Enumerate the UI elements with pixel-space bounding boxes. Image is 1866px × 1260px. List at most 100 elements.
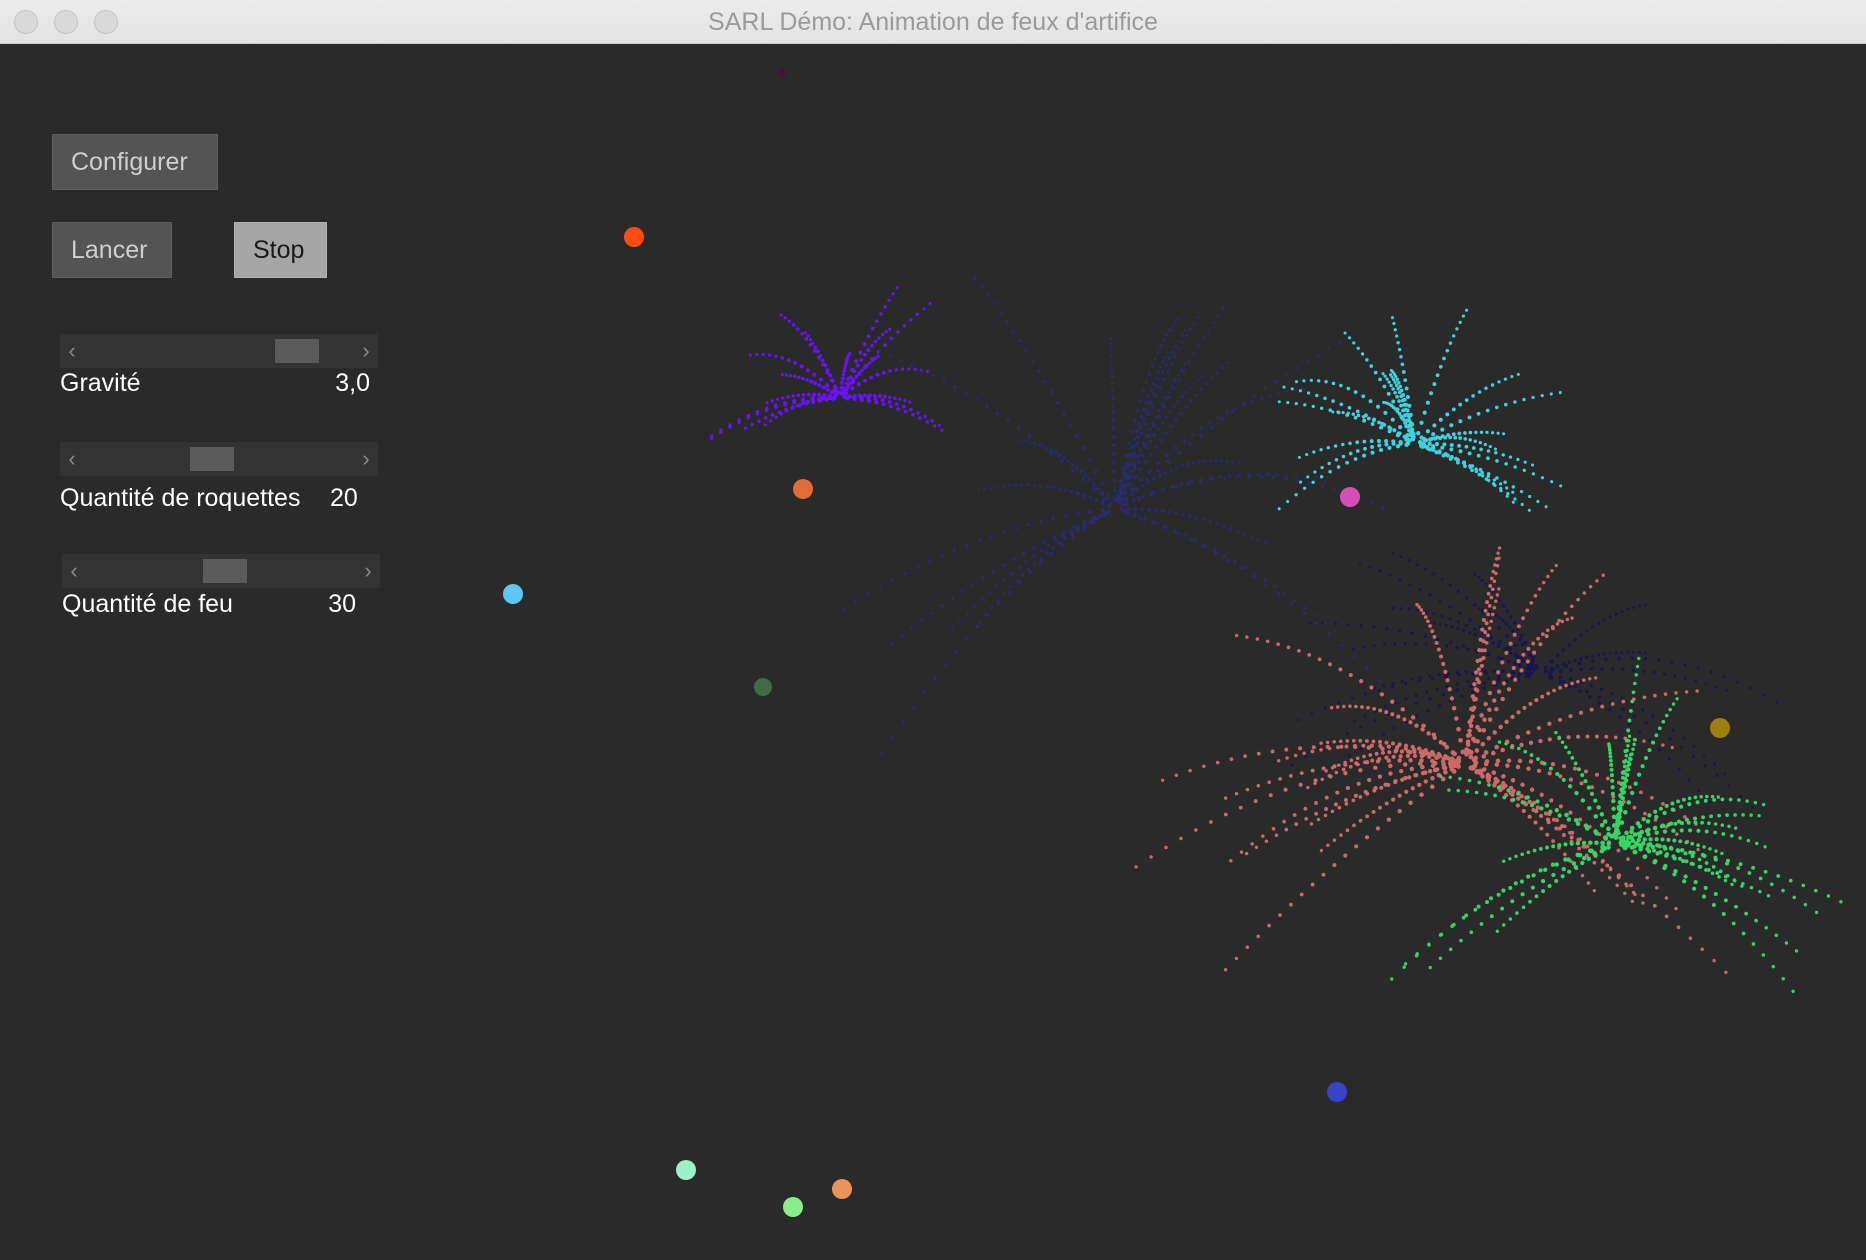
spark [791, 323, 796, 327]
spark [1520, 502, 1524, 507]
spark [1147, 469, 1152, 474]
spark [1661, 743, 1665, 747]
spark [1032, 441, 1036, 445]
spark [1762, 693, 1766, 697]
spark [1529, 601, 1534, 605]
spark [829, 378, 834, 383]
spark [1406, 395, 1410, 399]
gravity-track[interactable] [86, 334, 352, 368]
spark [1157, 408, 1161, 413]
fire-slider[interactable]: ‹ › [62, 554, 380, 588]
spark [1455, 457, 1460, 462]
spark [1736, 866, 1741, 871]
spark [1397, 758, 1402, 763]
spark [1573, 658, 1577, 663]
stop-button[interactable]: Stop [234, 222, 327, 278]
spark [1426, 731, 1431, 736]
spark [1337, 701, 1341, 705]
spark [1399, 555, 1403, 559]
spark [873, 339, 878, 344]
rockets-thumb[interactable] [190, 447, 234, 471]
spark [1083, 521, 1088, 525]
spark [1473, 573, 1477, 576]
spark [1720, 851, 1724, 856]
spark [1640, 708, 1645, 712]
spark [1438, 774, 1443, 778]
spark [1323, 396, 1327, 400]
spark [1738, 836, 1742, 840]
spark [1245, 945, 1250, 950]
spark [1567, 643, 1572, 647]
spark [1600, 868, 1604, 872]
configure-button[interactable]: Configurer [52, 134, 218, 190]
spark [1069, 489, 1074, 494]
spark [1626, 607, 1630, 611]
spark [933, 424, 937, 428]
spark [1680, 848, 1685, 853]
spark [1471, 690, 1475, 694]
spark [1486, 474, 1491, 478]
spark [1581, 855, 1587, 861]
spark [887, 298, 891, 302]
spark [1368, 399, 1373, 404]
spark [1166, 369, 1170, 374]
rockets-slider[interactable]: ‹ › [60, 442, 378, 476]
spark [1700, 947, 1704, 952]
spark [1687, 778, 1691, 782]
spark [989, 534, 994, 538]
spark [1629, 836, 1635, 841]
spark [1745, 799, 1749, 803]
spark [801, 398, 806, 403]
spark [1479, 663, 1484, 668]
spark [1347, 623, 1350, 626]
spark [1042, 540, 1046, 545]
spark [1236, 529, 1240, 533]
gravity-slider[interactable]: ‹ › [60, 334, 378, 368]
spark [1133, 507, 1138, 511]
spark [1419, 435, 1424, 440]
fire-decrease-icon[interactable]: ‹ [62, 554, 86, 588]
spark [1477, 770, 1483, 776]
spark [1001, 563, 1005, 567]
spark [1215, 760, 1220, 765]
spark [1138, 426, 1143, 430]
gravity-increase-icon[interactable]: › [354, 334, 378, 368]
spark [1483, 442, 1487, 447]
spark [1447, 788, 1451, 792]
fire-track[interactable] [88, 554, 354, 588]
spark [1522, 397, 1526, 402]
spark [1087, 457, 1092, 462]
gravity-thumb[interactable] [275, 339, 319, 363]
spark [1405, 753, 1411, 759]
rockets-decrease-icon[interactable]: ‹ [60, 442, 84, 476]
spark [1137, 422, 1141, 426]
spark [913, 367, 917, 371]
spark [1011, 329, 1015, 333]
spark [805, 378, 809, 382]
spark [1641, 901, 1645, 905]
spark [1192, 382, 1196, 386]
spark [797, 375, 801, 380]
rockets-increase-icon[interactable]: › [354, 442, 378, 476]
launch-button[interactable]: Lancer [52, 222, 172, 278]
fire-thumb[interactable] [203, 559, 247, 583]
spark [1373, 718, 1377, 723]
spark [1160, 421, 1165, 425]
spark [1475, 658, 1480, 664]
spark [1614, 651, 1618, 655]
spark [1020, 573, 1024, 577]
rockets-track[interactable] [86, 442, 352, 476]
spark [974, 397, 978, 402]
fire-increase-icon[interactable]: › [356, 554, 380, 588]
spark [1492, 478, 1497, 482]
spark [1323, 706, 1327, 710]
spark [891, 292, 895, 296]
spark [1419, 420, 1424, 425]
spark [1336, 465, 1341, 469]
spark [1705, 794, 1709, 799]
spark [1668, 821, 1674, 826]
spark [1038, 484, 1043, 488]
spark [1408, 758, 1413, 763]
gravity-decrease-icon[interactable]: ‹ [60, 334, 84, 368]
spark [1238, 805, 1243, 810]
